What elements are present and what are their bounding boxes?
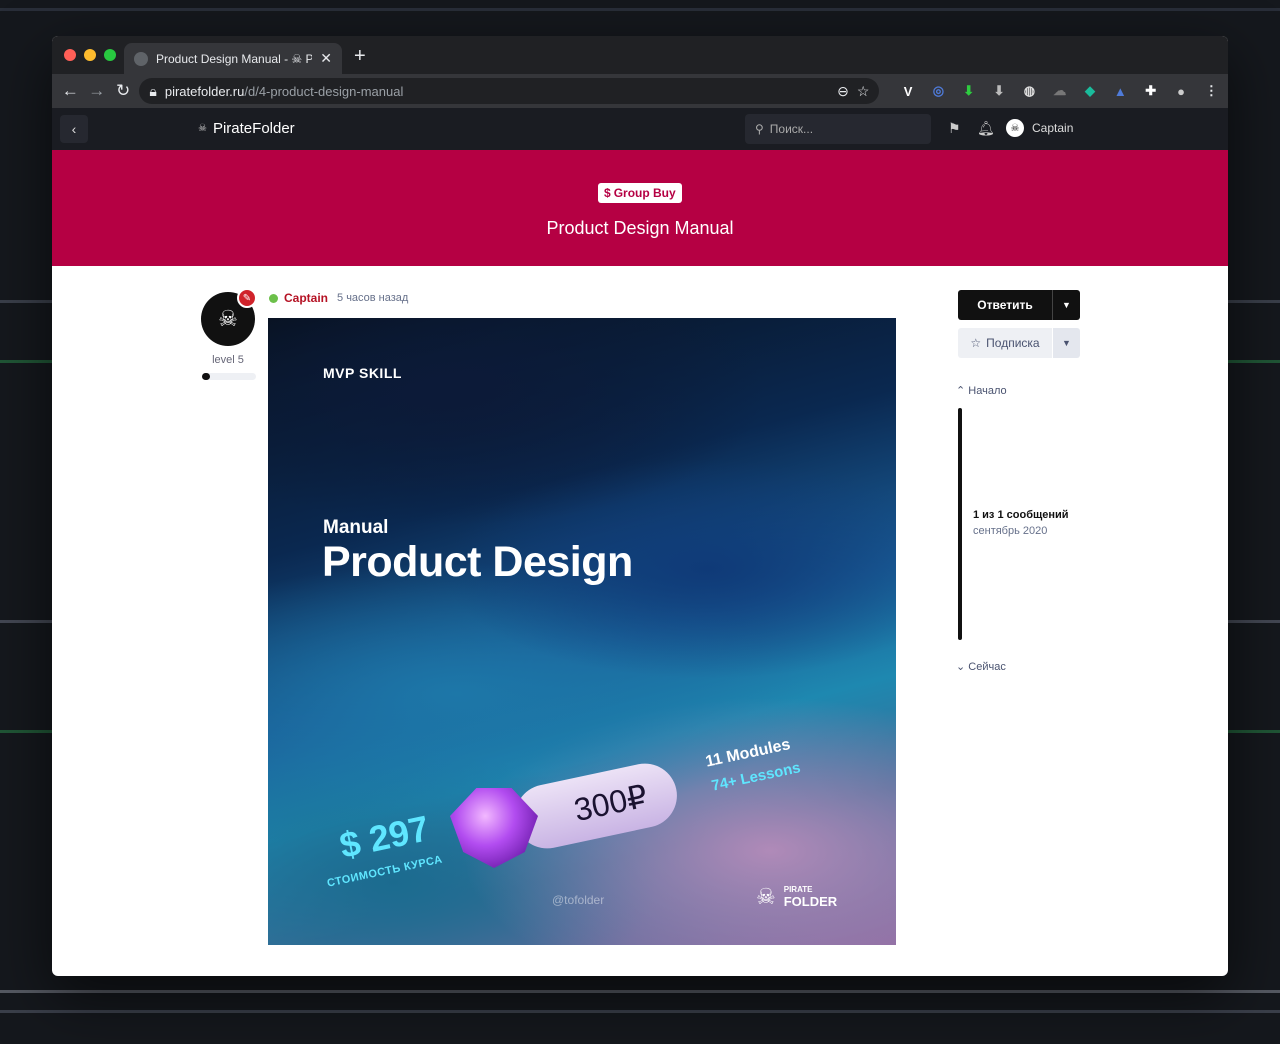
bookmark-star-icon[interactable]: ☆ bbox=[857, 83, 870, 100]
post-area: ☠ ✎ level 5 Captain 5 часов назад MVP SK… bbox=[52, 266, 1228, 976]
user-menu[interactable]: ☠ Captain bbox=[1006, 119, 1073, 137]
subscribe-dropdown-caret-icon[interactable]: ▼ bbox=[1052, 328, 1080, 358]
tab-strip: Product Design Manual - ☠ Pi ✕ + bbox=[52, 36, 1228, 74]
user-avatar: ☠ bbox=[1006, 119, 1024, 137]
extension-globe-icon[interactable]: ◍ bbox=[1021, 80, 1038, 102]
scrubber-now-label: Сейчас bbox=[968, 661, 1006, 673]
zoom-icon[interactable]: ⊖ bbox=[837, 83, 849, 100]
post-author[interactable]: Captain bbox=[284, 291, 328, 305]
tab-favicon-icon bbox=[134, 51, 148, 66]
scrubber-now-link[interactable]: ⌄ Сейчас bbox=[956, 660, 1006, 673]
extensions-puzzle-icon[interactable]: ✚ bbox=[1142, 80, 1159, 102]
site-logo-text: PirateFolder bbox=[212, 120, 295, 137]
double-chevron-down-icon: ⌄ bbox=[956, 661, 966, 673]
image-logo-line2: FOLDER bbox=[783, 894, 838, 909]
extension-diamond-icon[interactable]: ◆ bbox=[1081, 80, 1098, 102]
image-subtitle: Manual bbox=[323, 517, 389, 538]
extension-cloud-icon[interactable]: ☁ bbox=[1051, 80, 1068, 102]
url-host: piratefolder.ru bbox=[164, 83, 245, 99]
double-chevron-up-icon: ⌃ bbox=[956, 385, 966, 397]
subscribe-button[interactable]: ☆ Подписка bbox=[958, 328, 1052, 358]
scrubber-info: 1 из 1 сообщений сентябрь 2020 bbox=[973, 509, 1069, 537]
site-logo[interactable]: ☠ PirateFolder bbox=[198, 120, 295, 137]
flags-icon[interactable]: ⚑ bbox=[948, 120, 961, 137]
lock-icon[interactable]: 🔒︎ bbox=[149, 83, 156, 100]
profile-avatar-icon[interactable]: ● bbox=[1172, 80, 1189, 102]
url-path: /d/4-product-design-manual bbox=[244, 83, 404, 99]
reply-button-group: Ответить ▼ bbox=[958, 290, 1080, 320]
browser-tab[interactable]: Product Design Manual - ☠ Pi ✕ bbox=[124, 43, 342, 74]
scrubber-start-link[interactable]: ⌃ Начало bbox=[956, 384, 1007, 397]
minimize-window-button[interactable] bbox=[84, 49, 96, 61]
reload-button[interactable]: ↻ bbox=[113, 78, 133, 104]
scrubber-count: 1 из 1 сообщений bbox=[973, 509, 1069, 521]
tag-label: Group Buy bbox=[613, 186, 676, 200]
back-nav-button[interactable]: ‹ bbox=[60, 115, 88, 143]
extension-download-green-icon[interactable]: ⬇ bbox=[960, 80, 977, 102]
search-icon: ⚲ bbox=[755, 122, 764, 136]
dollar-icon: $ bbox=[604, 186, 611, 200]
site-header: ‹ ☠ PirateFolder ⚲ ⚑ 🔔︎ ☠ Captain bbox=[52, 108, 1228, 150]
close-window-button[interactable] bbox=[64, 49, 76, 61]
reply-dropdown-caret-icon[interactable]: ▼ bbox=[1052, 290, 1080, 320]
moderator-wrench-icon: ✎ bbox=[237, 288, 257, 308]
level-progress-bar bbox=[202, 373, 256, 380]
discussion-title: Product Design Manual bbox=[546, 218, 734, 238]
tag-badge[interactable]: $ Group Buy bbox=[598, 183, 682, 203]
scrubber-handle[interactable] bbox=[958, 408, 962, 640]
image-logo-line1: PIRATE bbox=[783, 885, 813, 894]
level-progress-fill bbox=[202, 373, 210, 380]
level-label: level 5 bbox=[212, 354, 244, 366]
browser-toolbar: ← → ↻ 🔒︎ piratefolder.ru/d/4-product-des… bbox=[52, 74, 1228, 108]
forward-button[interactable]: → bbox=[86, 78, 106, 104]
image-title: Product Design bbox=[322, 538, 633, 586]
image-price-pill: 300₽ bbox=[509, 757, 683, 855]
address-bar[interactable]: 🔒︎ piratefolder.ru/d/4-product-design-ma… bbox=[139, 78, 880, 104]
extension-download-icon[interactable]: ⬇ bbox=[990, 80, 1007, 102]
image-handle: @tofolder bbox=[552, 893, 605, 907]
window-controls bbox=[64, 49, 116, 61]
online-status-icon bbox=[269, 293, 278, 303]
discussion-hero: $ Group Buy Product Design Manual bbox=[52, 150, 1228, 266]
close-tab-icon[interactable]: ✕ bbox=[320, 50, 332, 67]
user-name: Captain bbox=[1032, 121, 1074, 135]
post-time[interactable]: 5 часов назад bbox=[337, 292, 408, 304]
image-logo: ☠ PIRATE FOLDER bbox=[756, 884, 837, 910]
search-box[interactable]: ⚲ bbox=[745, 114, 931, 144]
skull-icon: ☠ bbox=[756, 884, 776, 909]
image-brand-text: MVP SKILL bbox=[323, 365, 402, 381]
tab-title: Product Design Manual - ☠ Pi bbox=[156, 51, 313, 66]
post-meta: Captain 5 часов назад bbox=[269, 291, 408, 305]
browser-menu-icon[interactable]: ⋮ bbox=[1203, 80, 1220, 102]
pirate-flag-icon: ☠ bbox=[198, 123, 207, 134]
search-input[interactable] bbox=[769, 122, 910, 136]
extension-wordpress-icon[interactable]: ◎ bbox=[930, 80, 947, 102]
back-button[interactable]: ← bbox=[60, 78, 80, 104]
maximize-window-button[interactable] bbox=[104, 49, 116, 61]
scrubber-date: сентябрь 2020 bbox=[973, 525, 1048, 537]
reply-button[interactable]: Ответить bbox=[958, 290, 1052, 320]
notifications-bell-icon[interactable]: 🔔︎ bbox=[977, 120, 995, 137]
star-icon: ☆ bbox=[970, 336, 982, 350]
subscribe-label: Подписка bbox=[986, 336, 1040, 350]
post-image[interactable]: MVP SKILL Manual Product Design 11 Modul… bbox=[268, 318, 896, 945]
new-tab-button[interactable]: + bbox=[354, 45, 366, 68]
subscribe-button-group: ☆ Подписка ▼ bbox=[958, 328, 1080, 358]
extension-v-icon[interactable]: V bbox=[899, 80, 916, 102]
browser-window: Product Design Manual - ☠ Pi ✕ + ← → ↻ 🔒… bbox=[52, 36, 1228, 976]
scrubber-start-label: Начало bbox=[968, 385, 1007, 397]
extension-chart-icon[interactable]: ▲ bbox=[1112, 80, 1129, 102]
